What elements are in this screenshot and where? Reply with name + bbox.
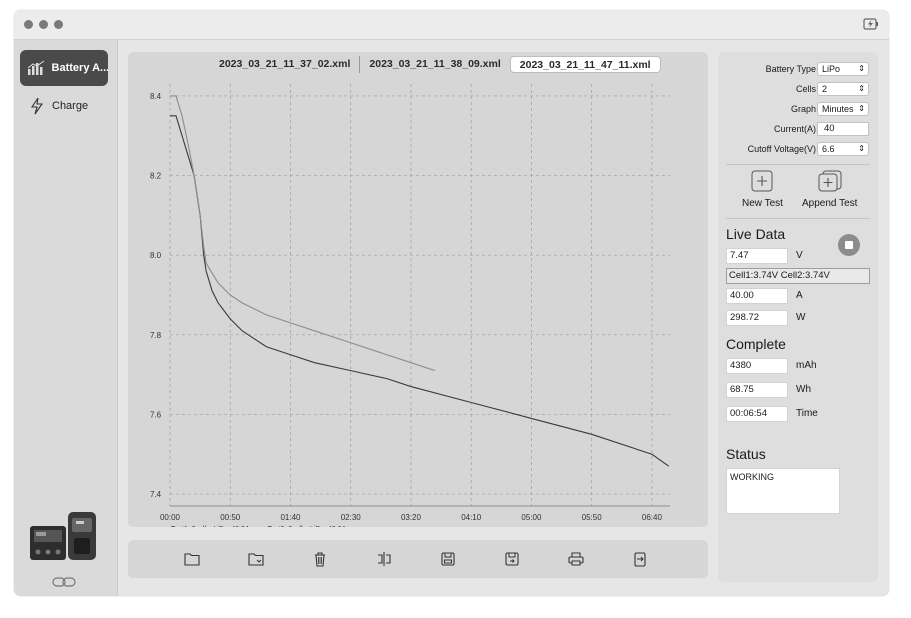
sidebar-item-label: Battery A... <box>51 62 108 74</box>
cutoff-row: Cutoff Voltage(V) 6.6 ⇕ <box>718 141 878 157</box>
updown-chevron-icon: ⇕ <box>858 64 865 73</box>
status-display: WORKING <box>726 468 840 514</box>
append-test-button[interactable]: Append Test <box>802 170 857 209</box>
x-tick-label: 05:00 <box>521 513 542 522</box>
graph-label: Graph <box>790 104 816 114</box>
y-tick-label: 8.4 <box>150 92 162 101</box>
battery-type-select[interactable]: LiPo ⇕ <box>817 62 869 76</box>
current-row: Current(A) 40 <box>718 121 878 137</box>
power-unit: W <box>796 312 806 323</box>
cutoff-label: Cutoff Voltage(V) <box>747 144 816 154</box>
time-value: 00:06:54 <box>726 406 788 422</box>
folder-icon[interactable] <box>183 550 201 568</box>
divider <box>726 164 870 165</box>
x-tick-label: 00:00 <box>160 513 181 522</box>
battery-type-label: Battery Type <box>765 64 816 74</box>
folder-recent-icon[interactable] <box>247 550 265 568</box>
divider <box>726 218 870 219</box>
lightning-icon <box>26 97 48 115</box>
minimize-window-button[interactable] <box>39 20 48 29</box>
tab-file-1[interactable]: 2023_03_21_11_37_02.xml <box>210 55 361 73</box>
cells-row: Cells 2 ⇕ <box>718 81 878 97</box>
new-test-label: New Test <box>742 198 783 209</box>
export-icon[interactable] <box>631 550 649 568</box>
x-tick-label: 05:50 <box>582 513 603 522</box>
stop-button[interactable] <box>838 234 860 256</box>
graph-select[interactable]: Minutes ⇕ <box>817 102 869 116</box>
power-value: 298.72 <box>726 310 788 326</box>
updown-chevron-icon: ⇕ <box>858 144 865 153</box>
energy-unit: Wh <box>796 384 811 395</box>
cells-select[interactable]: 2 ⇕ <box>817 82 869 96</box>
voltage-chart: 00:00 00:50 01:40 02:30 03:20 04:10 05:00 05:50… <box>150 84 670 527</box>
energy-value: 68.75 <box>726 382 788 398</box>
x-tick-label: 02:30 <box>341 513 362 522</box>
updown-chevron-icon: ⇕ <box>858 84 865 93</box>
voltage-value: 7.47 <box>726 248 788 264</box>
voltage-unit: V <box>796 250 803 261</box>
updown-chevron-icon: ⇕ <box>858 104 865 113</box>
time-unit: Time <box>796 408 818 419</box>
battery-charging-icon[interactable] <box>863 17 879 31</box>
current-value: 40.00 <box>726 288 788 304</box>
sidebar-item-label: Charge <box>52 100 89 112</box>
append-test-label: Append Test <box>802 198 858 209</box>
file-tabs: 2023_03_21_11_37_02.xml 2023_03_21_11_38… <box>210 55 661 73</box>
bottom-toolbar <box>128 540 708 578</box>
tab-file-2[interactable]: 2023_03_21_11_38_09.xml <box>360 56 509 73</box>
save-as-icon[interactable] <box>503 550 521 568</box>
live-data-title: Live Data <box>726 226 786 242</box>
x-tick-label: 03:20 <box>401 513 422 522</box>
link-icon[interactable] <box>52 576 76 588</box>
split-icon[interactable] <box>375 550 393 568</box>
x-tick-label: 06:40 <box>642 513 663 522</box>
append-square-icon <box>818 170 842 192</box>
title-bar <box>14 10 889 40</box>
graph-row: Graph Minutes ⇕ <box>718 101 878 117</box>
chart-panel: 2023_03_21_11_37_02.xml 2023_03_21_11_38… <box>128 52 708 527</box>
series-line-2 <box>170 95 436 372</box>
y-tick-label: 7.4 <box>150 490 162 499</box>
cutoff-select[interactable]: 6.6 ⇕ <box>817 142 869 156</box>
new-test-button[interactable]: New Test <box>742 170 783 209</box>
battery-analyzer-icon <box>26 59 48 77</box>
current-unit: A <box>796 290 803 301</box>
legend-label: Test1_2cells_LiPo_40.0A <box>171 526 250 527</box>
trash-icon[interactable] <box>311 550 329 568</box>
current-label: Current(A) <box>773 124 816 134</box>
sidebar-item-charge[interactable]: Charge <box>20 88 108 124</box>
cells-label: Cells <box>795 84 816 94</box>
capacity-value: 4380 <box>726 358 788 374</box>
save-icon[interactable] <box>439 550 457 568</box>
complete-title: Complete <box>726 336 786 352</box>
print-icon[interactable] <box>567 550 585 568</box>
y-tick-label: 7.8 <box>150 331 162 340</box>
sidebar: Battery A... Charge <box>14 40 118 596</box>
sidebar-item-battery-analyzer[interactable]: Battery A... <box>20 50 108 86</box>
y-tick-label: 8.0 <box>150 251 162 260</box>
plus-square-icon <box>751 170 773 192</box>
legend-label: Test2_2cells_LiPo_40.0A <box>268 526 347 527</box>
device-image <box>30 512 96 560</box>
current-input[interactable]: 40 <box>817 122 869 136</box>
x-tick-label: 04:10 <box>461 513 482 522</box>
status-title: Status <box>726 446 766 462</box>
close-window-button[interactable] <box>24 20 33 29</box>
y-tick-label: 8.2 <box>150 172 162 181</box>
battery-type-row: Battery Type LiPo ⇕ <box>718 61 878 77</box>
capacity-unit: mAh <box>796 360 817 371</box>
y-tick-label: 7.6 <box>150 410 162 419</box>
x-tick-label: 00:50 <box>220 513 241 522</box>
right-panel: Battery Type LiPo ⇕ Cells 2 ⇕ Graph Minute… <box>718 52 878 582</box>
app-window: Battery A... Charge 2023_03_21_11_37_02.… <box>14 10 889 596</box>
series-line-1 <box>170 115 670 467</box>
zoom-window-button[interactable] <box>54 20 63 29</box>
tab-file-3[interactable]: 2023_03_21_11_47_11.xml <box>509 55 661 73</box>
x-tick-label: 01:40 <box>280 513 301 522</box>
cells-voltage-display: Cell1:3.74V Cell2:3.74V <box>726 268 870 284</box>
